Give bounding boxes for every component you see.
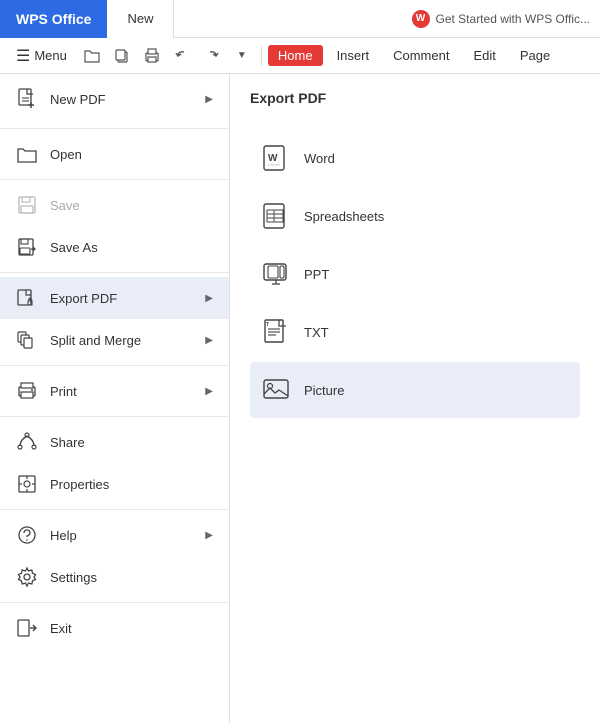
menu-item-help[interactable]: Help ▶: [0, 514, 229, 556]
menu-item-share[interactable]: Share: [0, 421, 229, 463]
folder-icon[interactable]: [79, 43, 105, 69]
save-as-icon: [16, 236, 38, 258]
menu-item-open[interactable]: Open: [0, 133, 229, 175]
menu-label: Menu: [34, 48, 67, 63]
save-label: Save: [50, 198, 213, 213]
submenu-item-txt[interactable]: T TXT: [250, 304, 580, 360]
menu-item-exit[interactable]: Exit: [0, 607, 229, 649]
edit-button[interactable]: Edit: [463, 45, 505, 66]
txt-label: TXT: [304, 325, 329, 340]
get-started-text: Get Started with WPS Offic...: [436, 12, 591, 26]
home-button[interactable]: Home: [268, 45, 323, 66]
help-label: Help: [50, 528, 205, 543]
toolbar-separator: [261, 46, 262, 66]
properties-icon: [16, 473, 38, 495]
submenu-title: Export PDF: [250, 90, 580, 114]
menu-item-split-merge[interactable]: Split and Merge ▶: [0, 319, 229, 361]
divider-6: [0, 509, 229, 510]
hamburger-icon: ☰: [16, 46, 30, 66]
menu-item-settings[interactable]: Settings: [0, 556, 229, 598]
settings-label: Settings: [50, 570, 213, 585]
svg-text:T: T: [266, 322, 269, 328]
insert-label: Insert: [337, 48, 370, 63]
dropdown-icon[interactable]: ▼: [229, 43, 255, 69]
new-pdf-icon: [16, 88, 38, 110]
divider-2: [0, 179, 229, 180]
print-icon[interactable]: [139, 43, 165, 69]
menu-item-print[interactable]: Print ▶: [0, 370, 229, 412]
txt-icon: T: [260, 316, 292, 348]
wps-red-icon: W: [412, 10, 430, 28]
comment-button[interactable]: Comment: [383, 45, 459, 66]
export-pdf-arrow: ▶: [205, 293, 213, 304]
page-label: Page: [520, 48, 550, 63]
properties-label: Properties: [50, 477, 213, 492]
spreadsheets-label: Spreadsheets: [304, 209, 384, 224]
ppt-icon: [260, 258, 292, 290]
right-panel: Export PDF W Word: [230, 74, 600, 723]
share-icon: [16, 431, 38, 453]
save-icon: [16, 194, 38, 216]
submenu-item-ppt[interactable]: PPT: [250, 246, 580, 302]
divider-4: [0, 365, 229, 366]
menu-section-top: New PDF ▶: [0, 74, 229, 124]
main-area: New PDF ▶ Open Save: [0, 74, 600, 723]
share-label: Share: [50, 435, 213, 450]
divider-5: [0, 416, 229, 417]
submenu-item-spreadsheets[interactable]: Spreadsheets: [250, 188, 580, 244]
comment-label: Comment: [393, 48, 449, 63]
menu-item-save: Save: [0, 184, 229, 226]
copy-icon[interactable]: [109, 43, 135, 69]
wps-logo-button[interactable]: WPS Office: [0, 0, 107, 38]
left-menu: New PDF ▶ Open Save: [0, 74, 230, 723]
picture-label: Picture: [304, 383, 344, 398]
picture-icon: [260, 374, 292, 406]
edit-label: Edit: [473, 48, 495, 63]
open-label: Open: [50, 147, 213, 162]
submenu-item-picture[interactable]: Picture: [250, 362, 580, 418]
exit-icon: [16, 617, 38, 639]
word-icon: W: [260, 142, 292, 174]
ppt-label: PPT: [304, 267, 329, 282]
divider-3: [0, 272, 229, 273]
menu-item-new-pdf[interactable]: New PDF ▶: [0, 78, 229, 120]
new-tab-label: New: [127, 11, 153, 26]
export-pdf-icon: [16, 287, 38, 309]
wps-logo-label: WPS Office: [16, 11, 91, 27]
print-menu-icon: [16, 380, 38, 402]
menu-item-export-pdf[interactable]: Export PDF ▶: [0, 277, 229, 319]
exit-label: Exit: [50, 621, 213, 636]
split-merge-icon: [16, 329, 38, 351]
export-pdf-label: Export PDF: [50, 291, 205, 306]
insert-button[interactable]: Insert: [327, 45, 380, 66]
settings-icon: [16, 566, 38, 588]
open-icon: [16, 143, 38, 165]
print-label: Print: [50, 384, 205, 399]
svg-text:W: W: [268, 153, 278, 164]
menu-item-properties[interactable]: Properties: [0, 463, 229, 505]
menu-button[interactable]: ☰ Menu: [8, 42, 75, 70]
title-bar: WPS Office New W Get Started with WPS Of…: [0, 0, 600, 38]
redo-icon[interactable]: [199, 43, 225, 69]
split-merge-label: Split and Merge: [50, 333, 205, 348]
save-as-label: Save As: [50, 240, 213, 255]
new-pdf-label: New PDF: [50, 92, 205, 107]
home-label: Home: [278, 48, 313, 63]
page-button[interactable]: Page: [510, 45, 560, 66]
help-icon: [16, 524, 38, 546]
toolbar: ☰ Menu ▼ Home Insert Comment Edit Page: [0, 38, 600, 74]
word-label: Word: [304, 151, 335, 166]
divider-7: [0, 602, 229, 603]
print-arrow: ▶: [205, 386, 213, 397]
undo-icon[interactable]: [169, 43, 195, 69]
new-tab[interactable]: New: [107, 0, 174, 38]
help-arrow: ▶: [205, 530, 213, 541]
menu-item-save-as[interactable]: Save As: [0, 226, 229, 268]
spreadsheets-icon: [260, 200, 292, 232]
divider-1: [0, 128, 229, 129]
split-merge-arrow: ▶: [205, 335, 213, 346]
title-right-area: W Get Started with WPS Offic...: [412, 10, 600, 28]
submenu-item-word[interactable]: W Word: [250, 130, 580, 186]
new-pdf-arrow: ▶: [205, 94, 213, 105]
